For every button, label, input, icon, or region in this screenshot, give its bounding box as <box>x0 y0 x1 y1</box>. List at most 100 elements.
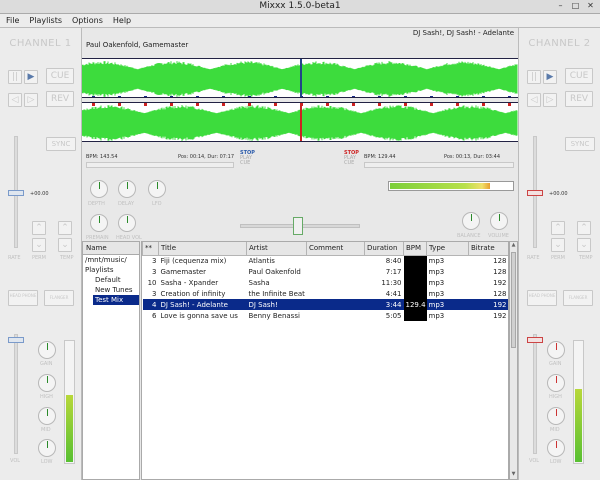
channel2-mid-knob[interactable] <box>547 407 565 425</box>
minimize-icon[interactable]: – <box>555 1 566 12</box>
deck1-position-bar[interactable] <box>86 162 234 168</box>
channel1-sync-button[interactable]: SYNC <box>46 137 76 151</box>
channel1-headphone-button[interactable]: HEAD PHONE <box>8 290 38 306</box>
library-tree[interactable]: Name /mnt/music/ Playlists Default New T… <box>82 241 140 480</box>
menu-file[interactable]: File <box>6 14 19 27</box>
tree-item-selected[interactable]: Test Mix <box>93 295 139 305</box>
deck2-track-title: DJ Sash!, DJ Sash! - Adelante <box>412 29 514 37</box>
delay-knob[interactable] <box>118 180 136 198</box>
col-header-type[interactable]: Type <box>426 242 469 256</box>
table-row[interactable]: 3 Creation of infinity the Infinite Beat… <box>143 288 509 299</box>
channel1-cue-button[interactable]: CUE <box>46 68 74 84</box>
table-row-selected[interactable]: 4 DJ Sash! - Adelante DJ Sash! 3:44 129.… <box>142 299 508 310</box>
menu-options[interactable]: Options <box>72 14 103 27</box>
channel2-volume-slider[interactable] <box>533 334 537 454</box>
scroll-down-icon[interactable]: ▼ <box>510 471 517 479</box>
channel1-rate-handle[interactable] <box>8 190 24 196</box>
beat-marker <box>352 96 355 97</box>
col-header-title[interactable]: Title <box>158 242 247 256</box>
beat-marker <box>248 96 251 97</box>
beat-marker <box>378 96 381 97</box>
deck1-waveform[interactable] <box>82 58 518 98</box>
cell-comment <box>307 277 365 288</box>
volume-knob[interactable] <box>490 212 508 230</box>
channel2-sync-button[interactable]: SYNC <box>565 137 595 151</box>
cell-type: mp3 <box>428 289 445 298</box>
channel2-rate-handle[interactable] <box>527 190 543 196</box>
deck2-waveform[interactable] <box>82 102 518 142</box>
channel1-vu-meter <box>64 340 75 464</box>
table-row[interactable]: 3 Fiji (cequenza mix) Atlantis 8:40 mp3 … <box>143 255 509 266</box>
lfo-knob[interactable] <box>148 180 166 198</box>
tree-item[interactable]: New Tunes <box>83 285 139 295</box>
headvol-knob[interactable] <box>118 214 136 232</box>
depth-knob[interactable] <box>90 180 108 198</box>
close-icon[interactable]: ✕ <box>585 1 596 12</box>
scroll-thumb[interactable] <box>511 252 516 348</box>
tree-header[interactable]: Name <box>83 242 139 255</box>
channel2-play-button[interactable]: ▶ <box>543 70 557 84</box>
channel1-perm-down-button[interactable]: ⌄ <box>32 238 46 252</box>
menu-playlists[interactable]: Playlists <box>29 14 62 27</box>
channel1-fwd-button[interactable]: ▷ <box>24 93 38 107</box>
col-header-comment[interactable]: Comment <box>306 242 365 256</box>
beat-marker <box>404 96 407 97</box>
channel2-perm-down-button[interactable]: ⌄ <box>551 238 565 252</box>
scroll-up-icon[interactable]: ▲ <box>510 242 517 250</box>
channel1-low-knob[interactable] <box>38 439 56 457</box>
channel1-temp-up-button[interactable]: ⌃ <box>58 221 72 235</box>
crossfader[interactable] <box>240 217 360 235</box>
playhead-cursor <box>300 103 302 141</box>
deck2-position-bar[interactable] <box>364 162 514 168</box>
maximize-icon[interactable]: □ <box>570 1 581 12</box>
channel1-gain-knob[interactable] <box>38 341 56 359</box>
premain-knob[interactable] <box>90 214 108 232</box>
channel1-volume-slider[interactable] <box>14 334 18 454</box>
channel2-pause-button[interactable]: || <box>527 70 541 84</box>
crossfader-handle[interactable] <box>293 217 303 235</box>
channel1-rev-button[interactable]: REV <box>46 91 74 107</box>
channel2-temp-up-button[interactable]: ⌃ <box>577 221 591 235</box>
tree-item[interactable]: Default <box>83 275 139 285</box>
col-header-bpm[interactable]: BPM <box>403 242 427 256</box>
channel1-pause-button[interactable]: || <box>8 70 22 84</box>
table-scrollbar[interactable]: ▲ ▼ <box>509 241 518 480</box>
table-row[interactable]: 3 Gamemaster Paul Oakenfold 7:17 mp3 128 <box>143 266 509 277</box>
channel2-rev-button[interactable]: REV <box>565 91 593 107</box>
cell-title: DJ Sash! - Adelante <box>158 299 247 310</box>
col-header-artist[interactable]: Artist <box>246 242 307 256</box>
channel1-high-knob[interactable] <box>38 374 56 392</box>
channel2-low-knob[interactable] <box>547 439 565 457</box>
col-header-duration[interactable]: Duration <box>364 242 404 256</box>
channel1-mid-knob[interactable] <box>38 407 56 425</box>
channel2-cue-button[interactable]: CUE <box>565 68 593 84</box>
channel2-headphone-button[interactable]: HEAD PHONE <box>527 290 557 306</box>
channel2-gain-knob[interactable] <box>547 341 565 359</box>
balance-knob[interactable] <box>462 212 480 230</box>
channel2-volume-handle[interactable] <box>527 337 543 343</box>
channel1-low-label: LOW <box>41 459 53 465</box>
cell-index: 3 <box>152 256 157 265</box>
beat-marker <box>352 103 355 106</box>
table-row[interactable]: 6 Love is gonna save us Benny Benassi 5:… <box>143 310 509 321</box>
channel1-perm-up-button[interactable]: ⌃ <box>32 221 46 235</box>
channel2-flanger-button[interactable]: FLANGER <box>563 290 593 306</box>
channel1-temp-down-button[interactable]: ⌄ <box>58 238 72 252</box>
tree-item[interactable]: Playlists <box>83 265 139 275</box>
channel1-flanger-button[interactable]: FLANGER <box>44 290 74 306</box>
col-header-bitrate[interactable]: Bitrate <box>468 242 508 256</box>
channel2-perm-up-button[interactable]: ⌃ <box>551 221 565 235</box>
channel2-fwd-button[interactable]: ▷ <box>543 93 557 107</box>
cell-comment <box>307 310 365 321</box>
channel1-volume-handle[interactable] <box>8 337 24 343</box>
col-header-index[interactable]: ** <box>142 242 159 256</box>
channel2-high-knob[interactable] <box>547 374 565 392</box>
channel1-play-button[interactable]: ▶ <box>24 70 38 84</box>
menu-help[interactable]: Help <box>113 14 131 27</box>
channel2-temp-down-button[interactable]: ⌄ <box>577 238 591 252</box>
channel2-back-button[interactable]: ◁ <box>527 93 541 107</box>
tree-item[interactable]: /mnt/music/ <box>83 255 139 265</box>
channel1-panel: CHANNEL 1 || ▶ CUE ◁ ▷ REV SYNC +00.00 ⌃… <box>0 28 82 480</box>
channel1-back-button[interactable]: ◁ <box>8 93 22 107</box>
table-row[interactable]: 10 Sasha - Xpander Sasha 11:30 mp3 192 <box>143 277 509 288</box>
